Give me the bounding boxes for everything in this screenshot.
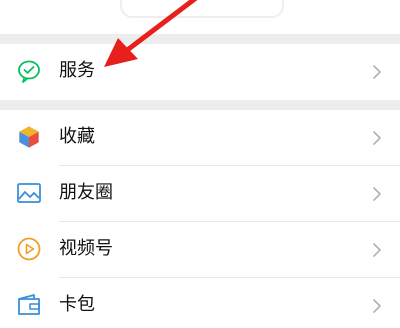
chevron-right-icon <box>373 65 381 79</box>
menu-item-moments[interactable]: 朋友圈 <box>0 166 400 222</box>
top-pill-element <box>120 0 284 18</box>
menu-label-service: 服务 <box>59 60 95 81</box>
menu-item-favorites[interactable]: 收藏 <box>0 110 400 166</box>
chevron-right-icon <box>373 187 381 201</box>
menu-item-card-wallet[interactable]: 卡包 <box>0 278 400 328</box>
section-gap <box>0 34 400 44</box>
chevron-right-icon <box>373 299 381 313</box>
menu-label-favorites: 收藏 <box>59 126 95 147</box>
channels-play-icon <box>17 237 41 261</box>
menu-item-channels[interactable]: 视频号 <box>0 222 400 278</box>
moments-picture-icon <box>17 183 41 203</box>
top-card <box>0 0 400 34</box>
service-icon <box>18 60 40 83</box>
menu-label-channels: 视频号 <box>59 238 113 259</box>
favorites-cube-icon <box>18 125 40 149</box>
section-gap <box>0 100 400 110</box>
menu-label-moments: 朋友圈 <box>59 182 113 203</box>
menu-label-card-wallet: 卡包 <box>59 294 95 315</box>
card-wallet-icon <box>18 294 40 315</box>
chevron-right-icon <box>373 243 381 257</box>
menu-item-service[interactable]: 服务 <box>0 44 400 100</box>
chevron-right-icon <box>373 131 381 145</box>
